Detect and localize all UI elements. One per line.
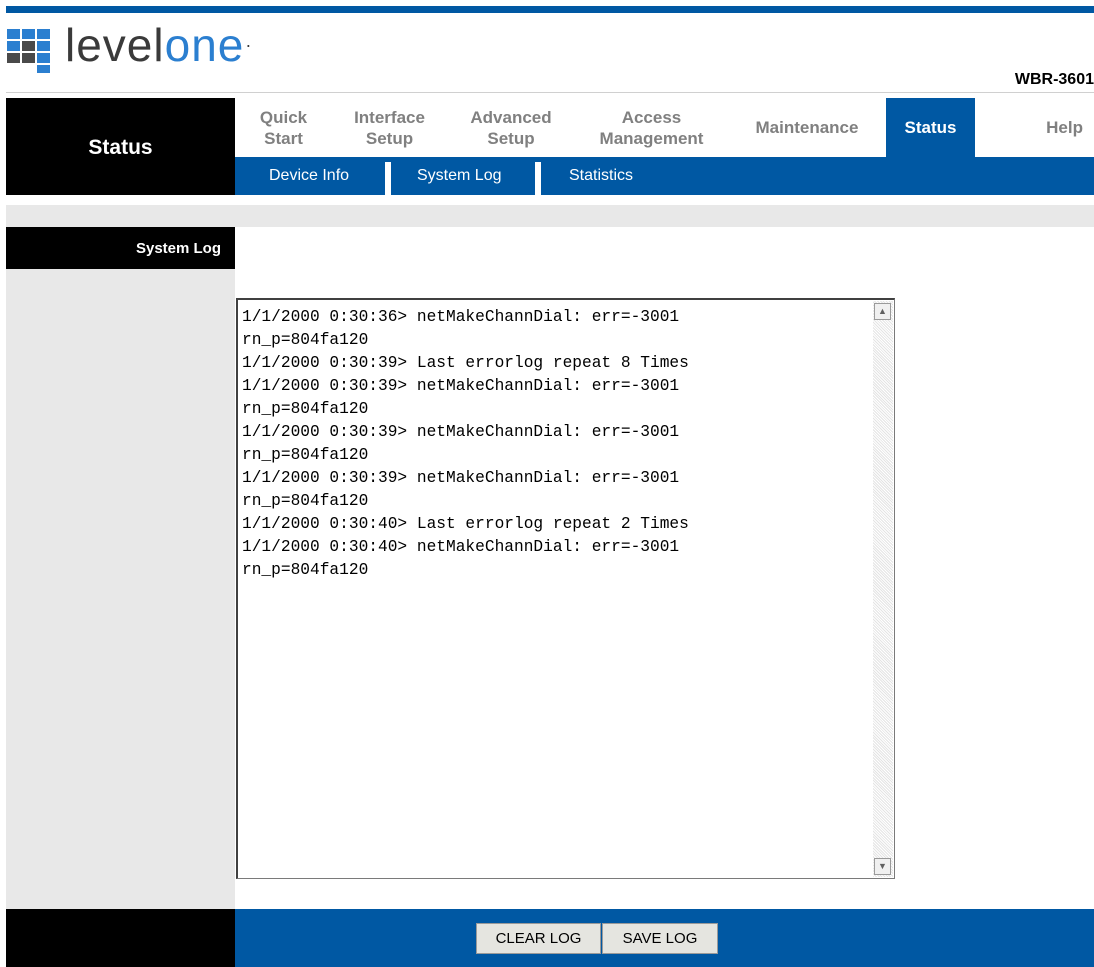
- tab-advanced-setup[interactable]: Advanced Setup: [447, 98, 575, 157]
- tab-label: Maintenance: [755, 118, 859, 137]
- system-log-content: 1/1/2000 0:30:36> netMakeChannDial: err=…: [242, 308, 689, 579]
- sidebar-heading: System Log: [135, 240, 221, 257]
- tab-quick-start[interactable]: Quick Start: [235, 98, 332, 157]
- tab-label: Access Management: [599, 107, 704, 148]
- tab-help[interactable]: Help: [975, 98, 1094, 157]
- top-accent-bar: [6, 6, 1094, 13]
- sidebar-panel: [6, 227, 235, 909]
- subtab-statistics[interactable]: Statistics: [569, 157, 633, 195]
- tab-access-management[interactable]: Access Management: [575, 98, 728, 157]
- logo-wordmark-one: one: [164, 19, 245, 71]
- header-divider: [6, 92, 1094, 93]
- sub-nav: Device Info System Log Statistics: [235, 157, 1094, 195]
- logo-wordmark-level: level: [65, 19, 165, 71]
- tab-maintenance[interactable]: Maintenance: [728, 98, 886, 157]
- system-log-textarea[interactable]: 1/1/2000 0:30:36> netMakeChannDial: err=…: [236, 298, 895, 879]
- subnav-separator: [535, 162, 541, 195]
- tab-label: Quick Start: [259, 107, 308, 148]
- log-scrollbar[interactable]: ▲ ▼: [873, 301, 893, 877]
- tab-status[interactable]: Status: [886, 98, 975, 157]
- subtab-system-log[interactable]: System Log: [417, 157, 501, 195]
- scroll-up-arrow-icon[interactable]: ▲: [874, 303, 891, 320]
- tab-label: Status: [904, 118, 957, 137]
- footer-left-block: [6, 909, 235, 967]
- save-log-button[interactable]: SAVE LOG: [602, 923, 718, 954]
- model-number: WBR-3601: [1014, 71, 1094, 88]
- tab-label: Help: [1046, 118, 1083, 137]
- sidebar-heading-block: System Log: [6, 227, 235, 269]
- brand-logo: levelone·: [7, 22, 253, 75]
- logo-grid-icon: [7, 27, 59, 75]
- logo-trademark-dot: ·: [245, 35, 253, 55]
- content-top-bar: [6, 205, 1094, 227]
- clear-log-button[interactable]: CLEAR LOG: [476, 923, 601, 954]
- subnav-separator: [385, 162, 391, 195]
- section-title: Status: [88, 136, 153, 159]
- tab-label: Advanced Setup: [470, 107, 552, 148]
- main-nav: Quick Start Interface Setup Advanced Set…: [235, 98, 1094, 157]
- tab-label: Interface Setup: [354, 107, 425, 148]
- scroll-down-arrow-icon[interactable]: ▼: [874, 858, 891, 875]
- tab-interface-setup[interactable]: Interface Setup: [332, 98, 447, 157]
- logo-wordmark: levelone·: [65, 22, 253, 68]
- subtab-device-info[interactable]: Device Info: [269, 157, 349, 195]
